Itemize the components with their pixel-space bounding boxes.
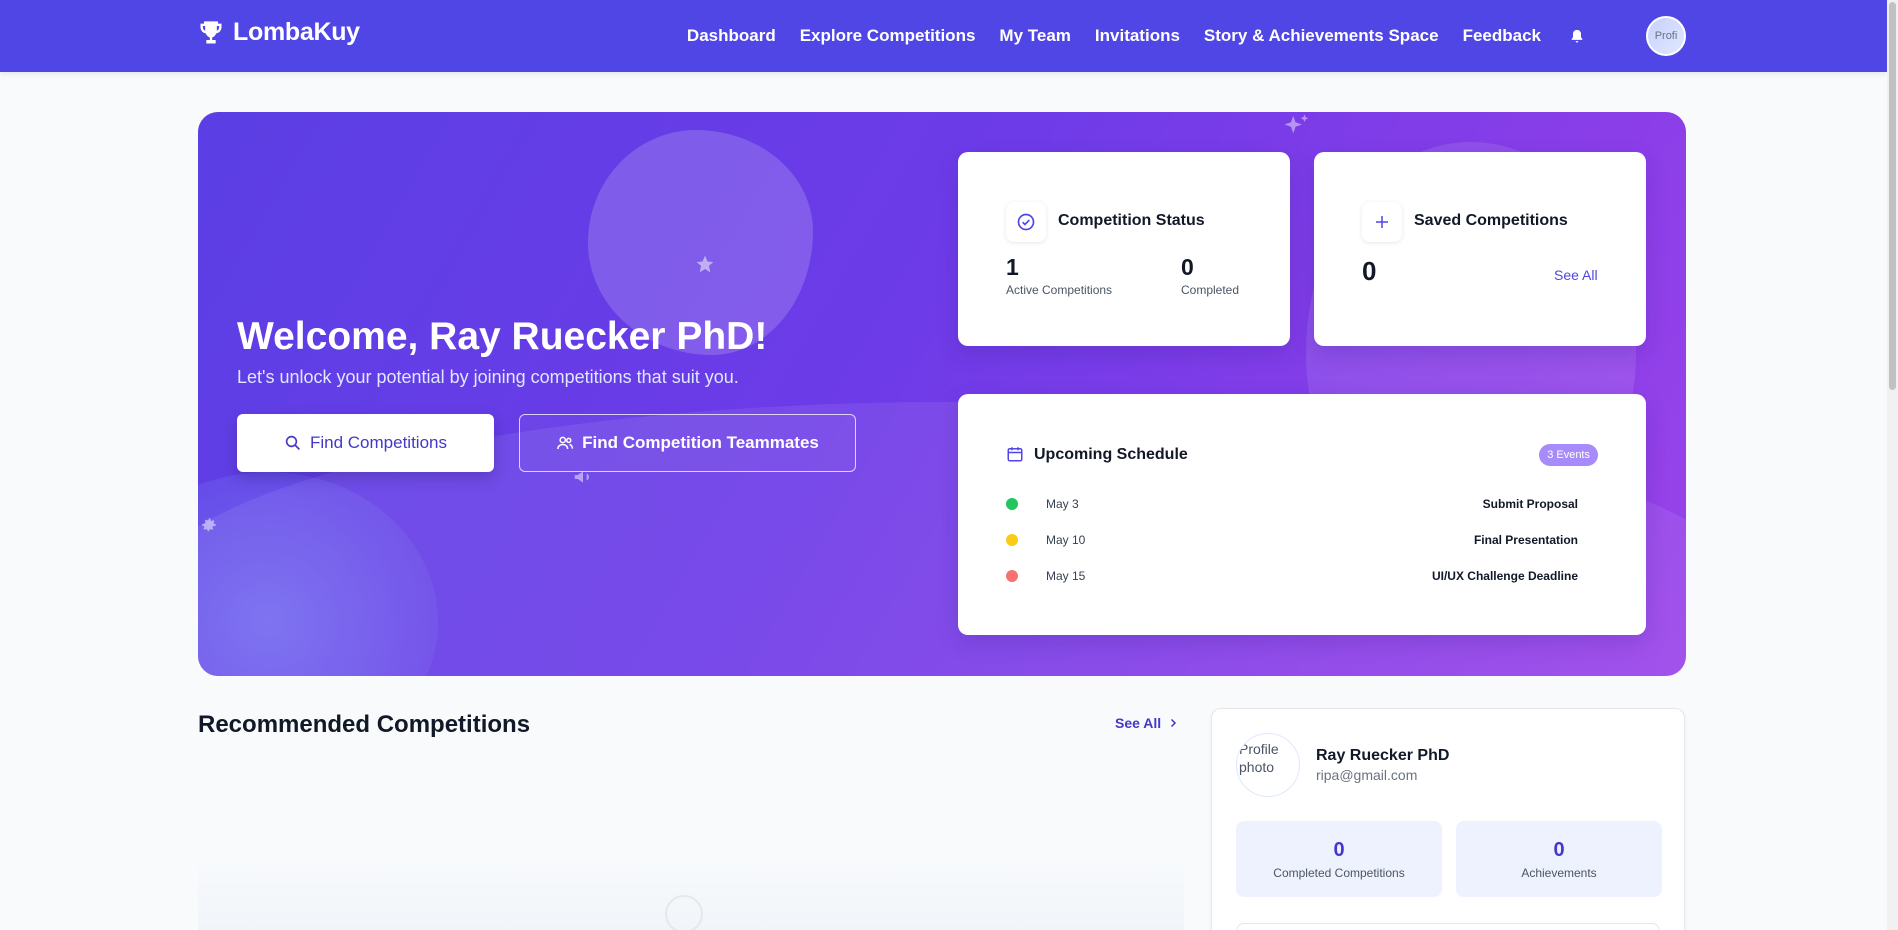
top-navbar: LombaKuy Dashboard Explore Competitions … xyxy=(0,0,1887,72)
bell-icon[interactable] xyxy=(1567,26,1587,46)
active-competitions-label: Active Competitions xyxy=(1006,283,1113,297)
upcoming-schedule-card: Upcoming Schedule 3 Events May 3 Submit … xyxy=(958,394,1646,635)
saved-see-all-link[interactable]: See All xyxy=(1554,267,1598,283)
calendar-icon xyxy=(1007,447,1023,462)
achievements-label: Achievements xyxy=(1521,866,1597,880)
events-count-badge: 3 Events xyxy=(1539,444,1598,466)
welcome-heading: Welcome, Ray Ruecker PhD! xyxy=(237,315,768,358)
completed-competitions-label: Completed Competitions xyxy=(1273,866,1405,880)
saved-competitions-count: 0 xyxy=(1362,256,1377,286)
achievements-stat: 0 Achievements xyxy=(1456,821,1662,897)
recommended-see-all-link[interactable]: See All xyxy=(1115,715,1179,731)
scrollbar-thumb[interactable] xyxy=(1889,2,1896,390)
brand-logo[interactable]: LombaKuy xyxy=(197,18,360,47)
schedule-item: May 15 UI/UX Challenge Deadline xyxy=(1006,566,1578,586)
status-dot xyxy=(1006,534,1018,546)
profile-photo-alt: Profile photo xyxy=(1239,741,1279,776)
find-competitions-label: Find Competitions xyxy=(309,433,447,452)
brand-name: LombaKuy xyxy=(233,18,360,46)
schedule-item: May 3 Submit Proposal xyxy=(1006,494,1578,514)
star-icon xyxy=(696,255,714,273)
status-dot xyxy=(1006,570,1018,582)
hero-banner: Welcome, Ray Ruecker PhD! Let's unlock y… xyxy=(198,112,1686,676)
user-avatar[interactable]: Profi xyxy=(1646,16,1686,56)
users-icon xyxy=(557,436,574,450)
trophy-icon xyxy=(200,20,222,43)
saved-competitions-title: Saved Competitions xyxy=(1414,212,1568,229)
schedule-event-name: Submit Proposal xyxy=(1482,497,1578,511)
profile-email: ripa@gmail.com xyxy=(1316,767,1418,783)
nav-explore-competitions[interactable]: Explore Competitions xyxy=(800,26,976,46)
nav-invitations[interactable]: Invitations xyxy=(1095,26,1180,46)
schedule-date: May 10 xyxy=(1046,533,1086,547)
find-teammates-button[interactable]: Find Competition Teammates xyxy=(519,414,856,472)
nav-story-achievements[interactable]: Story & Achievements Space xyxy=(1204,26,1439,46)
upcoming-schedule-title: Upcoming Schedule xyxy=(1034,446,1188,463)
gear-icon xyxy=(202,518,216,532)
schedule-item: May 10 Final Presentation xyxy=(1006,530,1578,550)
completed-label: Completed xyxy=(1181,283,1240,297)
page-scrollbar[interactable] xyxy=(1887,0,1898,930)
sparkles-icon xyxy=(1284,114,1309,134)
profile-card: Profile photo Ray Ruecker PhD ripa@gmail… xyxy=(1211,708,1685,930)
completed-count: 0 xyxy=(1181,254,1194,280)
schedule-event-name: UI/UX Challenge Deadline xyxy=(1431,569,1578,583)
achievements-count: 0 xyxy=(1553,839,1565,861)
chevron-right-icon xyxy=(1171,718,1177,728)
check-circle-icon xyxy=(1006,202,1046,242)
recommended-competitions-title: Recommended Competitions xyxy=(198,711,531,738)
nav-my-team[interactable]: My Team xyxy=(999,26,1071,46)
avatar-alt-text: Profi xyxy=(1654,30,1678,42)
status-dot xyxy=(1006,498,1018,510)
loading-spinner xyxy=(665,895,703,930)
schedule-date: May 15 xyxy=(1046,569,1086,583)
find-competitions-button[interactable]: Find Competitions xyxy=(237,414,494,472)
profile-name: Ray Ruecker PhD xyxy=(1316,747,1450,764)
active-competitions-count: 1 xyxy=(1006,254,1019,280)
find-teammates-label: Find Competition Teammates xyxy=(582,433,819,452)
competition-status-card: Competition Status 1 Active Competitions… xyxy=(958,152,1290,346)
schedule-date: May 3 xyxy=(1046,497,1079,511)
nav-dashboard[interactable]: Dashboard xyxy=(687,26,776,46)
completed-competitions-stat: 0 Completed Competitions xyxy=(1236,821,1442,897)
welcome-subtitle: Let's unlock your potential by joining c… xyxy=(237,367,739,387)
completed-competitions-count: 0 xyxy=(1333,839,1345,861)
profile-photo: Profile photo xyxy=(1236,733,1300,797)
competition-status-title: Competition Status xyxy=(1058,212,1205,229)
nav-feedback[interactable]: Feedback xyxy=(1463,26,1541,46)
see-all-label: See All xyxy=(1115,715,1162,731)
search-icon xyxy=(285,435,300,450)
nav-links: Dashboard Explore Competitions My Team I… xyxy=(687,0,1587,72)
saved-competitions-card: Saved Competitions 0 See All xyxy=(1314,152,1646,346)
profile-next-section xyxy=(1236,923,1660,930)
plus-icon xyxy=(1362,202,1402,242)
schedule-event-name: Final Presentation xyxy=(1473,533,1578,547)
